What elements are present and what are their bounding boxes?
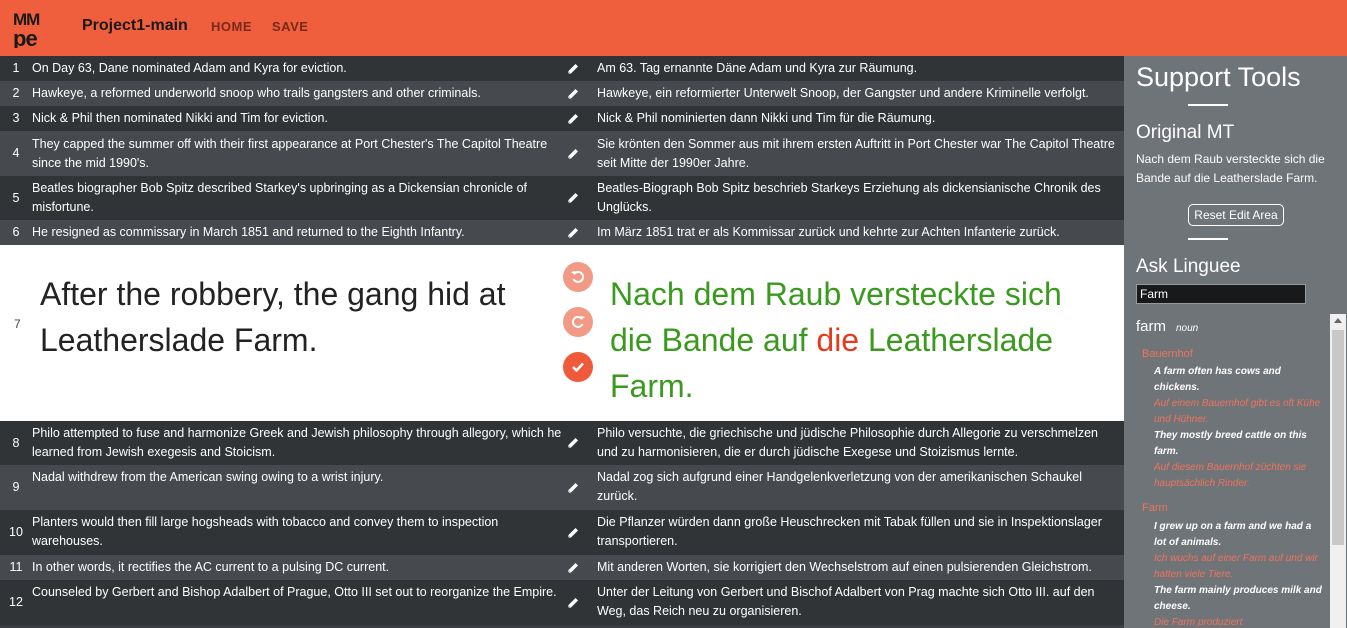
- reset-edit-area-button[interactable]: Reset Edit Area: [1188, 204, 1284, 226]
- segment-source-text: In other words, it rectifies the AC curr…: [32, 560, 390, 574]
- edit-pencil-icon[interactable]: [566, 226, 584, 244]
- segment-row[interactable]: 5 Beatles biographer Bob Spitz described …: [0, 176, 1124, 220]
- redo-button[interactable]: [563, 307, 593, 337]
- segment-number: 12: [9, 595, 23, 609]
- mmpe-logo: MM pe: [13, 10, 41, 48]
- segment-number: 11: [9, 560, 23, 574]
- linguee-translation[interactable]: Farm: [1142, 502, 1168, 514]
- segment-number: 5: [12, 190, 20, 205]
- linguee-example-en: The farm mainly produces milk and cheese…: [1154, 585, 1322, 612]
- active-source-text: After the robbery, the gang hid at Leath…: [40, 276, 506, 358]
- svg-text:pe: pe: [13, 26, 37, 48]
- segment-target-text[interactable]: Nadal zog sich aufgrund einer Handgelenk…: [597, 468, 1117, 506]
- edit-pencil-icon[interactable]: [566, 191, 584, 209]
- scrollbar-thumb[interactable]: [1332, 330, 1344, 545]
- segment-number: 2: [12, 86, 20, 100]
- linguee-example-de: Die Farm produziert: [1154, 617, 1243, 628]
- segment-row[interactable]: 6 He resigned as commissary in March 1851…: [0, 220, 1124, 245]
- check-icon: [572, 362, 584, 373]
- support-tools-title: Support Tools: [1136, 62, 1301, 92]
- ask-linguee-title: Ask Linguee: [1136, 256, 1241, 277]
- linguee-example-en: A farm often has cows and chickens.: [1154, 366, 1281, 393]
- linguee-example-en: I grew up on a farm and we had a lot of …: [1154, 521, 1312, 548]
- segment-target-text[interactable]: Philo versuchte, die griechische und jüd…: [597, 424, 1117, 462]
- segment-source-text: Nadal withdrew from the American swing o…: [32, 470, 384, 484]
- segment-target-text[interactable]: Die Pflanzer würden dann große Heuschrec…: [597, 513, 1117, 551]
- original-mt-text: Nach dem Raub versteckte sich die Bande …: [1136, 152, 1325, 185]
- segment-row[interactable]: 2 Hawkeye, a reformed underworld snoop wh…: [0, 81, 1124, 106]
- edit-pencil-icon[interactable]: [566, 596, 584, 614]
- segment-target-text[interactable]: Sie krönten den Sommer aus mit ihrem ers…: [597, 135, 1117, 173]
- active-segment: 7 After the robbery, the gang hid at Lea…: [0, 245, 1124, 421]
- linguee-example-de: Auf diesem Bauernhof züchten sie hauptsä…: [1154, 462, 1307, 489]
- error-highlight: die: [816, 322, 860, 358]
- segment-target-text[interactable]: Am 63. Tag ernannte Däne Adam und Kyra z…: [597, 59, 1117, 78]
- segment-source-text: On Day 63, Dane nominated Adam and Kyra …: [32, 61, 347, 75]
- edit-pencil-icon[interactable]: [566, 147, 584, 165]
- segment-row[interactable]: 4 They capped the summer off with their f…: [0, 131, 1124, 176]
- segment-number: 6: [12, 225, 20, 239]
- segment-editor: 1 On Day 63, Dane nominated Adam and Kyra…: [0, 56, 1124, 628]
- segment-number: 3: [12, 111, 20, 125]
- edit-pencil-icon[interactable]: [566, 481, 584, 499]
- linguee-results: farm noun Bauernhof A farm often has cow…: [1134, 314, 1346, 628]
- segment-number: 10: [9, 525, 23, 539]
- segment-source-text: Hawkeye, a reformed underworld snoop who…: [32, 86, 481, 100]
- segment-target-text[interactable]: Beatles-Biograph Bob Spitz beschrieb Sta…: [597, 179, 1117, 217]
- segment-row[interactable]: 1 On Day 63, Dane nominated Adam and Kyra…: [0, 56, 1124, 81]
- active-target-edit-area[interactable]: Nach dem Raub versteckte sich die Bande …: [610, 271, 1110, 409]
- segment-row[interactable]: 9 Nadal withdrew from the American swing …: [0, 465, 1124, 510]
- segment-number: 8: [12, 435, 20, 450]
- segment-row[interactable]: 3 Nick & Phil then nominated Nikki and Ti…: [0, 106, 1124, 131]
- redo-icon: [571, 315, 585, 328]
- confirm-button[interactable]: [563, 352, 593, 382]
- segment-number: 9: [12, 480, 20, 494]
- segment-target-text[interactable]: Hawkeye, ein reformierter Unterwelt Snoo…: [597, 84, 1117, 103]
- original-mt-title: Original MT: [1136, 122, 1235, 143]
- segment-source-text: Counseled by Gerbert and Bishop Adalbert…: [32, 585, 557, 599]
- segment-row[interactable]: 8 Philo attempted to fuse and harmonize G…: [0, 421, 1124, 465]
- segment-source-text: They capped the summer off with their fi…: [32, 137, 548, 170]
- segment-source-text: Planters would then fill large hogsheads…: [32, 515, 499, 548]
- segment-row[interactable]: 10 Planters would then fill large hogshea…: [0, 510, 1124, 555]
- linguee-example-en: They mostly breed cattle on this farm.: [1154, 430, 1307, 457]
- segment-source-text: Beatles biographer Bob Spitz described S…: [32, 181, 528, 214]
- segment-number: 7: [14, 317, 21, 331]
- undo-button[interactable]: [563, 262, 593, 292]
- linguee-example-de: Auf einem Bauernhof gibt es oft Kühe und…: [1154, 398, 1321, 425]
- linguee-scrollbar[interactable]: [1330, 314, 1346, 628]
- top-bar: MM pe Project1-main HOME SAVE: [0, 0, 1347, 56]
- linguee-example-de: Ich wuchs auf einer Farm auf und wir hat…: [1154, 553, 1318, 580]
- segment-target-text[interactable]: Im März 1851 trat er als Kommissar zurüc…: [597, 223, 1117, 242]
- support-tools-panel: Support Tools Original MT Nach dem Raub …: [1124, 56, 1347, 628]
- segment-number: 4: [12, 146, 20, 160]
- segment-row[interactable]: 12 Counseled by Gerbert and Bishop Adalbe…: [0, 580, 1124, 625]
- linguee-pos: noun: [1176, 323, 1199, 334]
- segment-source-text: He resigned as commissary in March 1851 …: [32, 225, 465, 239]
- segment-row[interactable]: 11 In other words, it rectifies the AC cu…: [0, 555, 1124, 580]
- scroll-up-icon[interactable]: [1334, 318, 1342, 323]
- segment-target-text[interactable]: Mit anderen Worten, sie korrigiert den W…: [597, 558, 1117, 577]
- divider: [1188, 104, 1228, 106]
- segment-source-text: Nick & Phil then nominated Nikki and Tim…: [32, 111, 328, 125]
- edit-pencil-icon[interactable]: [566, 87, 584, 105]
- linguee-search-input[interactable]: [1136, 284, 1306, 304]
- edit-pencil-icon[interactable]: [566, 526, 584, 544]
- edit-pencil-icon[interactable]: [566, 112, 584, 130]
- linguee-translation[interactable]: Bauernhof: [1142, 348, 1193, 360]
- nav-home-link[interactable]: HOME: [211, 19, 252, 34]
- edit-pencil-icon[interactable]: [566, 62, 584, 80]
- segment-target-text[interactable]: Unter der Leitung von Gerbert und Bischo…: [597, 583, 1117, 621]
- project-title: Project1-main: [82, 17, 188, 34]
- edit-pencil-icon[interactable]: [566, 561, 584, 579]
- segment-source-text: Philo attempted to fuse and harmonize Gr…: [32, 426, 562, 459]
- segment-target-text[interactable]: Nick & Phil nominierten dann Nikki und T…: [597, 109, 1117, 128]
- undo-icon: [571, 270, 585, 283]
- edit-pencil-icon[interactable]: [566, 436, 584, 454]
- segment-number: 1: [12, 61, 20, 75]
- divider: [1188, 238, 1228, 240]
- linguee-term: farm: [1136, 318, 1166, 335]
- nav-save-link[interactable]: SAVE: [272, 19, 308, 34]
